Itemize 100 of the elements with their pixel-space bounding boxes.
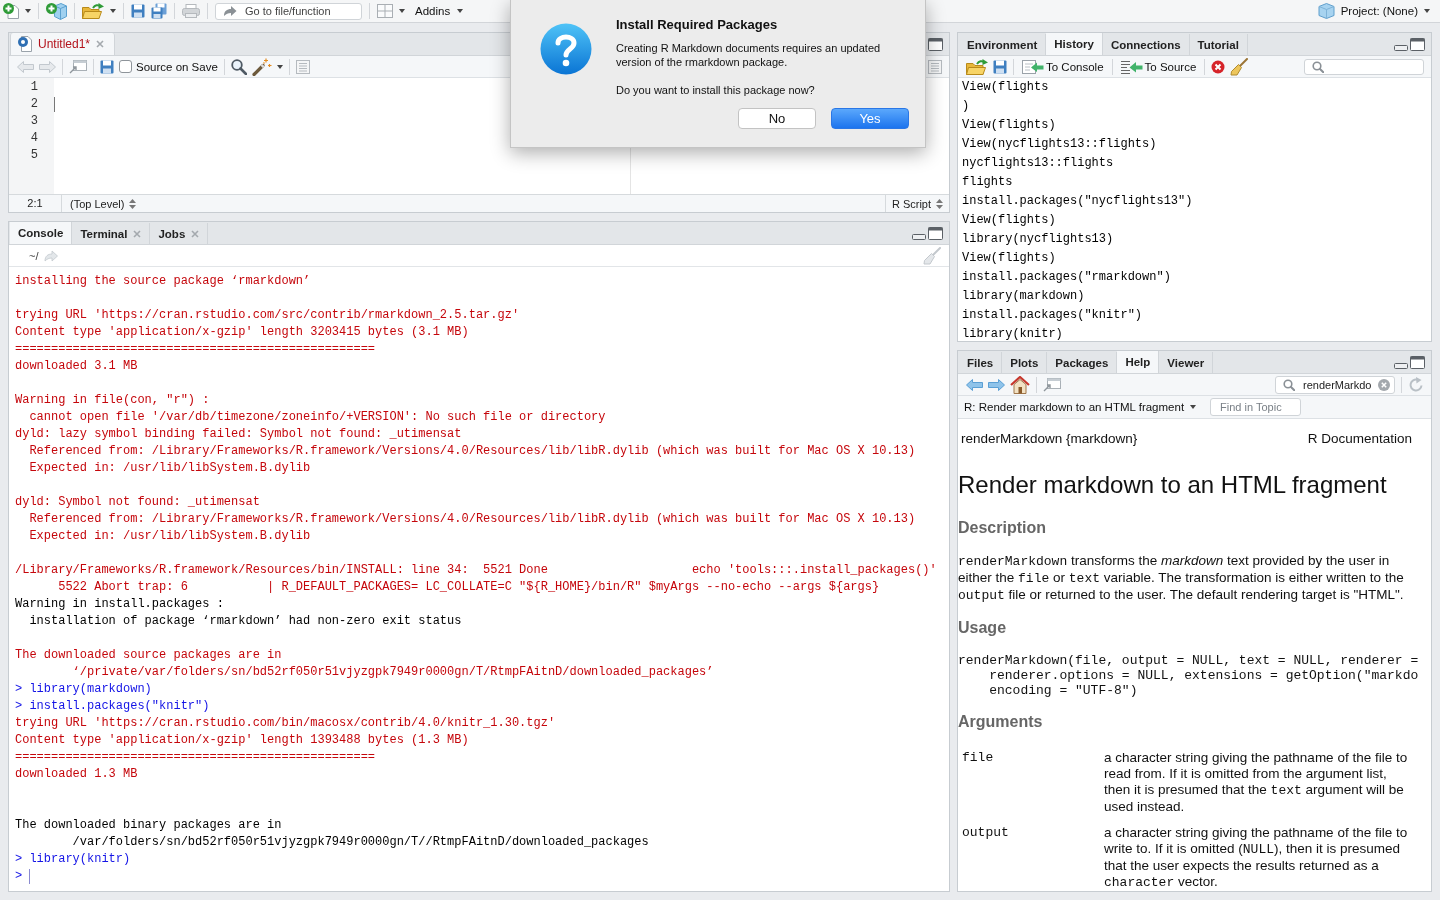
tab[interactable]: History (1046, 33, 1103, 55)
to-console-button[interactable]: To Console (1020, 57, 1106, 76)
checkbox-label[interactable]: Source on Save (136, 60, 218, 73)
console-line: downloaded 1.3 MB (15, 766, 139, 783)
tab[interactable]: Help (1117, 351, 1160, 373)
maximize-icon[interactable] (1410, 355, 1425, 369)
minimize-icon[interactable] (1394, 362, 1408, 369)
question-icon (540, 23, 592, 75)
broom-icon[interactable] (1230, 57, 1249, 76)
forward-arrow-icon[interactable] (988, 378, 1005, 391)
console-line: installing the source package ‘rmarkdown’ (15, 273, 312, 290)
minimize-icon[interactable] (1394, 44, 1408, 51)
caret-icon[interactable] (1424, 9, 1430, 13)
history-entry[interactable]: View(flights) (962, 211, 1431, 230)
to-source-button[interactable]: To Source (1118, 57, 1199, 76)
caret-icon[interactable] (1190, 405, 1197, 409)
project-menu[interactable]: Project: (None) (1313, 2, 1434, 20)
close-icon[interactable] (96, 40, 105, 48)
console-line: ================================================== (15, 749, 377, 766)
dialog-message: Creating R Markdown documents requires an updated version of the rmarkdown package. (616, 41, 882, 69)
history-entry[interactable]: View(flights) (962, 249, 1431, 268)
go-to-field[interactable]: Go to file/function (215, 2, 362, 20)
save-icon[interactable] (993, 59, 1007, 74)
back-arrow-icon[interactable] (966, 378, 983, 391)
history-entry[interactable]: library(knitr) (962, 325, 1431, 341)
find-in-topic-field[interactable]: Find in Topic (1210, 398, 1302, 416)
section-heading: Usage (958, 619, 1008, 637)
working-directory: ~/ (29, 249, 39, 262)
history-entry[interactable]: ) (962, 97, 1431, 116)
addins-menu[interactable]: Addins (411, 2, 468, 20)
caret-icon[interactable] (457, 9, 464, 13)
line-number: 3 (29, 113, 39, 130)
history-entry[interactable]: install.packages("nycflights13") (962, 192, 1431, 211)
history-entry[interactable]: View(nycflights13::flights) (962, 135, 1431, 154)
grid-icon[interactable] (377, 4, 393, 18)
help-search-field[interactable]: renderMarkdo (1275, 375, 1395, 394)
history-search-field[interactable] (1304, 58, 1424, 75)
cube-plus-icon[interactable] (46, 2, 67, 20)
console-line: Expected in: /usr/lib/libSystem.B.dylib (28, 460, 312, 477)
maximize-icon[interactable] (928, 226, 943, 240)
console-line: trying URL 'https://cran.rstudio.com/bin/macosx/contrib/4.0/knitr_1.30.tgz' (15, 715, 557, 732)
updown-icon[interactable] (936, 198, 943, 209)
console-line: ‘/private/var/folders/sn/bd52rf050r51vjyzgpk7949r0000gn/T/RtmpFAitnD/downloaded_packages’ (71, 664, 715, 681)
search-icon[interactable] (230, 58, 247, 75)
history-entry[interactable]: nycflights13::flights (962, 154, 1431, 173)
console-line: Warning in file(con, "r") : (15, 392, 211, 409)
code-line: renderMarkdown(file, output = NULL, text = NULL, renderer = (958, 653, 1420, 668)
delete-icon[interactable] (1211, 59, 1226, 74)
scope-menu[interactable]: (Top Level) (62, 195, 145, 212)
console-line: ================================================== (15, 341, 377, 358)
section-heading: Arguments (958, 713, 1044, 731)
wand-icon[interactable] (251, 57, 272, 76)
history-entry[interactable]: install.packages("rmarkdown") (962, 268, 1431, 287)
history-entry[interactable]: flights (962, 173, 1431, 192)
search-icon (1312, 60, 1324, 73)
checkbox[interactable] (119, 60, 132, 73)
save-icon[interactable] (100, 59, 114, 74)
console-line: Warning in install.packages : (15, 596, 225, 613)
cube-icon (1317, 3, 1335, 19)
code-line: encoding = "UTF-8") (988, 683, 1139, 698)
history-entry[interactable]: View(flights (962, 78, 1431, 97)
console-line: Referenced from: /Library/Frameworks/R.framework/Versions/4.0/Resources/lib/libR.dylib (which was built for Mac OS X 10.13) (28, 443, 917, 460)
folder-arrow-icon[interactable] (966, 58, 988, 75)
argument-description: a character string giving the pathname of the file to read from. If it is omitted from the argument list, then it is presumed that the text argument will be used instead. (1104, 750, 1409, 815)
history-entry[interactable]: library(nycflights13) (962, 230, 1431, 249)
console-line: 5522 Abort trap: 6 | R_DEFAULT_PACKAGES= LC_COLLATE=C "${R_HOME}/bin/R" $myArgs --no-echo --args ${args} (57, 579, 881, 596)
caret-icon[interactable] (276, 64, 283, 69)
maximize-icon[interactable] (928, 37, 943, 51)
minimize-icon[interactable] (912, 233, 926, 240)
popout-icon[interactable] (69, 59, 87, 74)
caret-icon[interactable] (110, 9, 116, 13)
updown-icon[interactable] (129, 198, 137, 209)
folder-arrow-icon[interactable] (82, 3, 104, 19)
save-icon[interactable] (131, 4, 145, 18)
doc-title: Render markdown to an HTML fragment (958, 471, 1388, 499)
history-entry[interactable]: View(flights) (962, 116, 1431, 135)
topic-menu[interactable]: R: Render markdown to an HTML fragment (962, 398, 1199, 416)
history-entry[interactable]: library(markdown) (962, 287, 1431, 306)
dialog-button[interactable]: No (738, 108, 816, 129)
console-line: Content type 'application/x-gzip' length 1393488 bytes (1.3 MB) (15, 732, 470, 749)
line-number: 2 (29, 96, 39, 113)
lines-arrow-icon (1120, 59, 1143, 74)
text-cursor (29, 869, 31, 884)
save-all-icon[interactable] (151, 3, 167, 19)
tab[interactable]: Console (10, 222, 73, 244)
home-icon[interactable] (1010, 375, 1030, 394)
package-name: renderMarkdown {markdown} (961, 431, 1138, 447)
clear-icon[interactable] (1378, 378, 1390, 391)
editor-tab[interactable]: Untitled1* (10, 33, 116, 55)
file-type-menu[interactable]: R Script (884, 195, 949, 212)
console-line: dyld: lazy symbol binding failed: Symbol not found: _utimensat (15, 426, 463, 443)
file-plus-icon[interactable] (3, 3, 19, 19)
prompt-symbol: > (15, 868, 23, 885)
maximize-icon[interactable] (1410, 37, 1425, 51)
caret-icon[interactable] (25, 9, 31, 13)
caret-icon[interactable] (399, 9, 405, 13)
history-entry[interactable]: install.packages("knitr") (962, 306, 1431, 325)
popout-icon[interactable] (1043, 377, 1061, 392)
console-line: dyld: Symbol not found: _utimensat (15, 494, 261, 511)
list-icon[interactable] (928, 59, 942, 74)
